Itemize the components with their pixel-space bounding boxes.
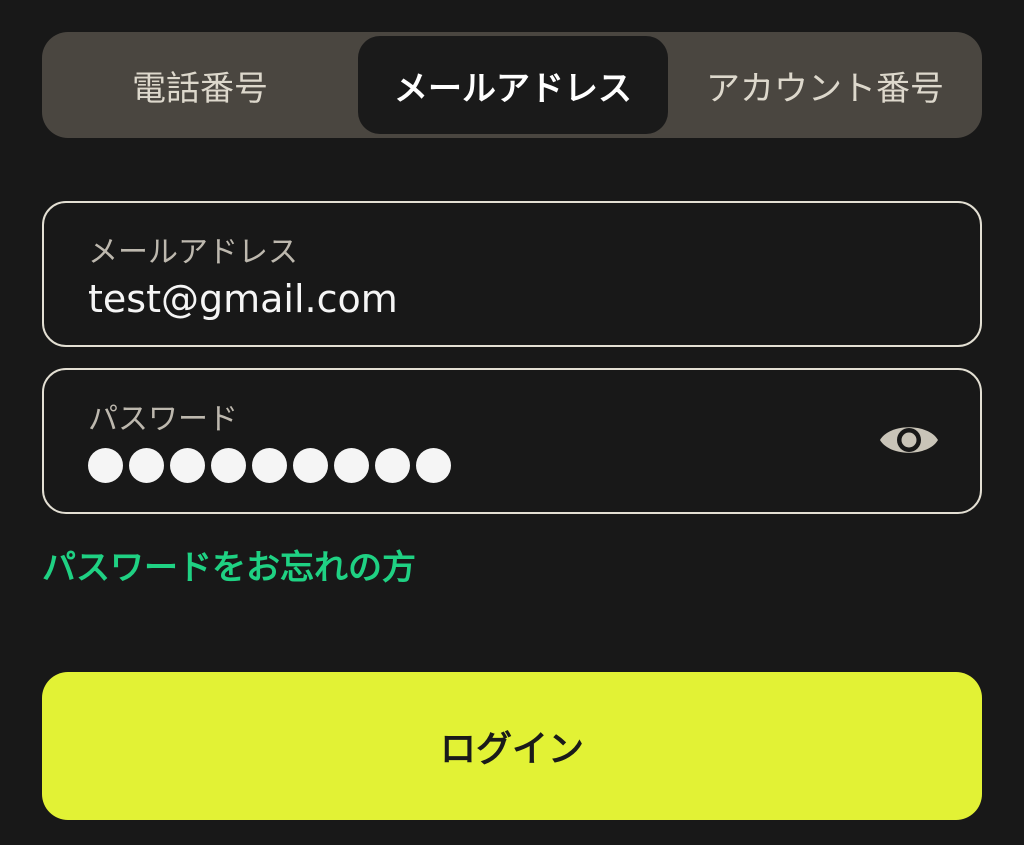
login-screen: 電話番号 メールアドレス アカウント番号 メールアドレス test@gmail.… <box>0 0 1024 845</box>
password-mask-dot <box>252 448 287 483</box>
password-mask-dot <box>416 448 451 483</box>
password-masked-value[interactable] <box>88 448 451 483</box>
tab-phone-number[interactable]: 電話番号 <box>42 32 358 138</box>
password-mask-dot <box>88 448 123 483</box>
password-field-label: パスワード <box>88 402 238 437</box>
tab-email-address[interactable]: メールアドレス <box>358 36 668 134</box>
eye-icon[interactable] <box>878 418 940 462</box>
password-mask-dot <box>293 448 328 483</box>
password-field[interactable]: パスワード <box>42 368 982 514</box>
email-field[interactable]: メールアドレス test@gmail.com <box>42 201 982 347</box>
password-mask-dot <box>334 448 369 483</box>
password-mask-dot <box>211 448 246 483</box>
password-mask-dot <box>170 448 205 483</box>
login-method-tabs: 電話番号 メールアドレス アカウント番号 <box>42 32 982 138</box>
email-field-value[interactable]: test@gmail.com <box>88 277 398 321</box>
email-field-label: メールアドレス <box>88 235 298 270</box>
forgot-password-link[interactable]: パスワードをお忘れの方 <box>42 540 416 589</box>
login-button[interactable]: ログイン <box>42 672 982 820</box>
password-mask-dot <box>129 448 164 483</box>
tab-account-number[interactable]: アカウント番号 <box>668 32 982 138</box>
password-mask-dot <box>375 448 410 483</box>
